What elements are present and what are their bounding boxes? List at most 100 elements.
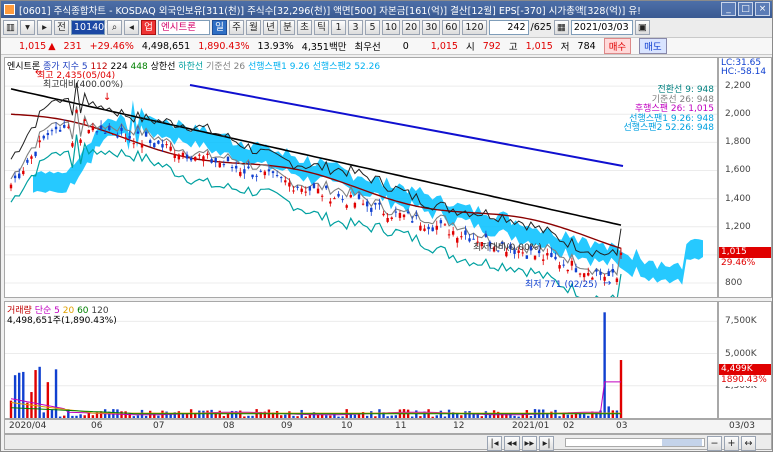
candle-body	[312, 183, 316, 189]
candle-body	[578, 273, 582, 275]
minute-30-button[interactable]: 30	[422, 20, 441, 35]
prev-icon[interactable]: ◂	[124, 20, 139, 35]
arrow-right-icon[interactable]: ▸	[37, 20, 52, 35]
zoom-out-icon[interactable]: −	[707, 436, 722, 451]
period-tick-button[interactable]: 틱	[314, 20, 329, 35]
volume-bar	[284, 414, 287, 418]
candle-body	[386, 217, 389, 222]
date-input[interactable]: 2021/03/03	[570, 20, 633, 35]
volume-bar	[157, 415, 160, 418]
minimize-button[interactable]: _	[721, 2, 736, 16]
volume-bar	[46, 382, 50, 418]
minute-5-button[interactable]: 5	[365, 20, 380, 35]
volume-bar	[615, 410, 619, 418]
candle-body	[349, 194, 352, 198]
volume-bar	[247, 415, 250, 418]
close-button[interactable]: ×	[755, 2, 770, 16]
minute-10-button[interactable]: 10	[382, 20, 401, 35]
candle-body	[17, 173, 21, 179]
date-tick-label: 2021/01	[512, 421, 550, 431]
price-chart-pane[interactable]: ← ↓ → 엔시트론 종가 지수 5 112 224 448 상한선 하한선 기준선…	[4, 57, 718, 298]
candle-body	[38, 140, 41, 143]
period-month-button[interactable]: 월	[246, 20, 261, 35]
search-icon[interactable]: ⌕	[107, 20, 122, 35]
grid-icon[interactable]: ▦	[553, 20, 569, 35]
arrow-down-icon[interactable]: ▾	[20, 20, 35, 35]
volume-bar	[550, 411, 553, 418]
volume-bar	[464, 411, 467, 418]
candle-body	[419, 225, 422, 231]
candle-body	[361, 203, 365, 205]
candle-body	[533, 255, 537, 260]
chart-icon[interactable]: ▥	[3, 20, 18, 35]
minute-60-button[interactable]: 60	[442, 20, 461, 35]
quote-bar: 1,015 ▲ 231 +29.46% 4,498,651 1,890.43% …	[1, 38, 772, 55]
current-price: 1,015	[19, 40, 47, 52]
jeon-button[interactable]: 전	[54, 20, 69, 35]
price-tick-label: 1,200	[725, 221, 751, 232]
candle-body	[619, 252, 623, 256]
page-number-input[interactable]: 242	[488, 20, 529, 35]
minute-120-button[interactable]: 120	[462, 20, 487, 35]
volume-current: 4,498,651주(1,890.43%)	[7, 316, 117, 326]
candle-body	[341, 199, 344, 201]
period-second-button[interactable]: 초	[297, 20, 312, 35]
candle-body	[595, 269, 598, 272]
high-ratio-annotation: 최고대비(400.00%)	[43, 80, 124, 90]
minute-1-button[interactable]: 1	[331, 20, 346, 35]
volume-bar	[22, 371, 25, 418]
sell-button[interactable]: 매도	[639, 38, 667, 54]
candle-body	[13, 175, 17, 179]
scroll-next-icon[interactable]: ▸▸	[521, 436, 538, 451]
window-title: [0601] 주식종합차트 - KOSDAQ 외국인보유[311(천)] 주식수…	[19, 5, 641, 17]
scrollbar[interactable]	[565, 438, 705, 447]
calendar-icon[interactable]: ▣	[634, 20, 650, 35]
candle-body	[194, 156, 197, 161]
candle-body	[177, 154, 181, 160]
volume-bar	[607, 406, 610, 418]
candle-body	[169, 146, 172, 151]
scope-button[interactable]: 업	[141, 20, 156, 35]
price-tick-label: 1,800	[725, 137, 751, 148]
minute-3-button[interactable]: 3	[348, 20, 363, 35]
candle-body	[382, 213, 385, 216]
volume-bar	[517, 416, 520, 418]
low-value: 784	[577, 40, 596, 52]
candle-body	[308, 186, 312, 191]
volume-bar	[71, 415, 74, 418]
candle-body	[357, 194, 361, 199]
scroll-prev-icon[interactable]: ◂◂	[504, 436, 520, 451]
volume-bar	[75, 415, 78, 418]
volume-bar	[9, 400, 13, 418]
page-total: /625	[530, 22, 552, 33]
stock-code-input[interactable]: 101400	[71, 20, 110, 35]
candle-body	[140, 143, 144, 148]
candle-body	[239, 171, 242, 176]
scroll-thumb[interactable]	[662, 439, 702, 446]
period-day-button[interactable]: 일	[212, 20, 227, 35]
date-tick-label: 10	[341, 421, 353, 431]
zoom-in-icon[interactable]: +	[724, 436, 739, 451]
scroll-first-icon[interactable]: |◂	[487, 436, 502, 451]
volume-bar	[144, 415, 148, 418]
price-chart: ←↓→	[5, 67, 717, 297]
candle-body	[230, 167, 234, 169]
high-down-arrow-icon: ↓	[103, 92, 111, 103]
indicator-value: 선행스팬2 52.26: 948	[623, 123, 714, 133]
sync-icon[interactable]: ↔	[741, 436, 756, 451]
period-week-button[interactable]: 주	[229, 20, 244, 35]
buy-button[interactable]: 매수	[603, 38, 632, 54]
minute-20-button[interactable]: 20	[402, 20, 421, 35]
period-minute-button[interactable]: 분	[280, 20, 295, 35]
candle-body	[153, 143, 156, 148]
toolbar: ▥ ▾ ▸ 전 101400 ⌕ ◂ 업 엔시트론 일 주 월 년 분 초 틱 …	[1, 18, 772, 38]
scroll-last-icon[interactable]: ▸|	[539, 436, 555, 451]
period-year-button[interactable]: 년	[263, 20, 278, 35]
maximize-button[interactable]: □	[738, 2, 753, 16]
volume-bar	[603, 312, 606, 418]
candle-body	[288, 182, 291, 187]
app-icon	[4, 4, 15, 15]
volume-chart-pane[interactable]: 거래량 단순 5 20 60 120 4,498,651주(1,890.43%)	[4, 301, 718, 419]
candle-body	[157, 140, 160, 144]
volume-bar	[251, 415, 254, 418]
